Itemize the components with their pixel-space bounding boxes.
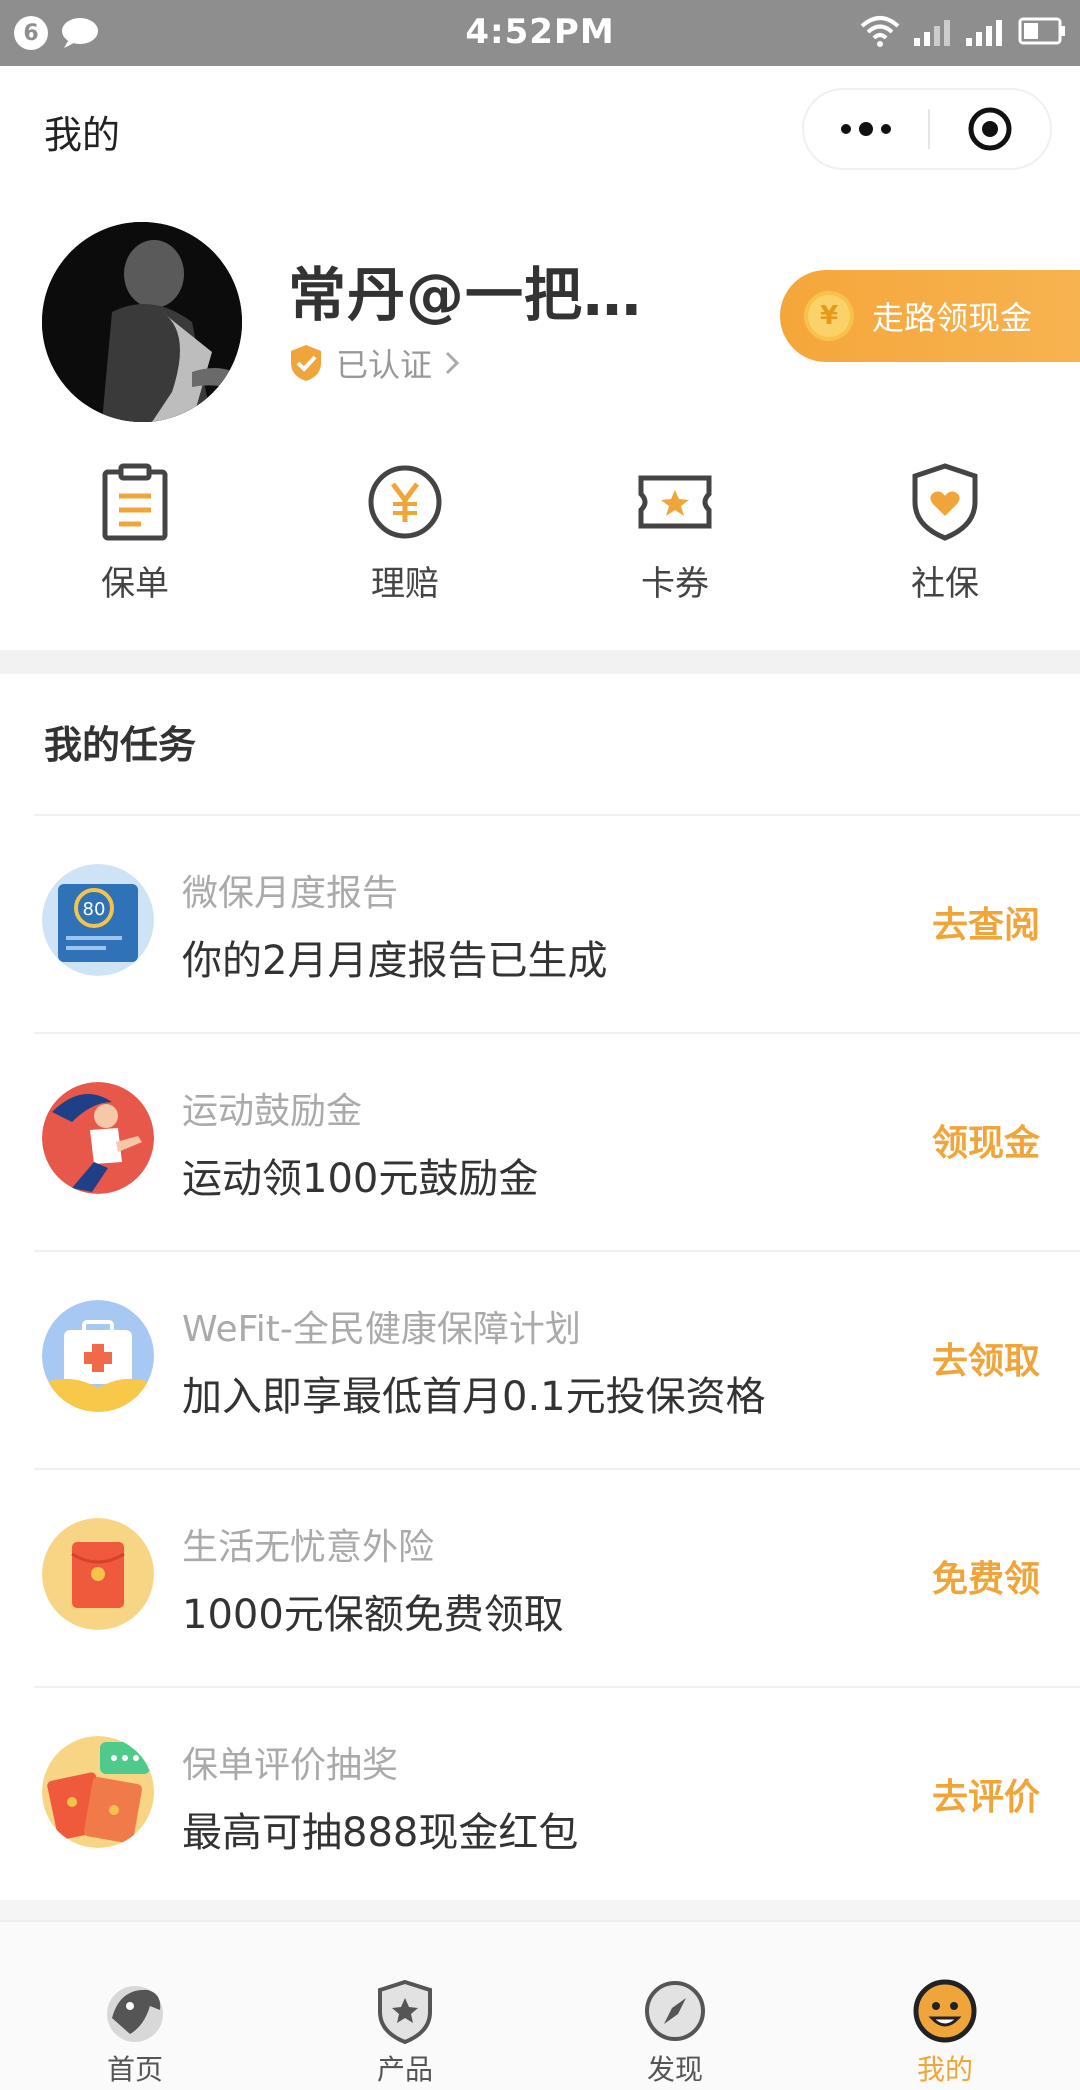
- task-action-button[interactable]: 免费领: [932, 1550, 1040, 1602]
- bottom-tab-bar: 首页 产品 发现 我的: [0, 1920, 1080, 2090]
- task-row-wefit[interactable]: WeFit-全民健康保障计划 加入即享最低首月0.1元投保资格 去领取: [34, 1250, 1080, 1468]
- chevron-right-icon: [445, 351, 460, 375]
- page-title: 我的: [44, 113, 121, 157]
- tab-discover[interactable]: 发现: [540, 1922, 810, 2090]
- chat-envelope-icon: [42, 1736, 154, 1848]
- compass-icon: [645, 1981, 705, 2041]
- shield-star-icon: [378, 1979, 432, 2045]
- more-button[interactable]: [804, 90, 928, 168]
- user-name: 常丹@一把…: [288, 261, 643, 329]
- yuan-coin-icon: ¥: [804, 291, 854, 341]
- report-score: 80: [83, 899, 106, 920]
- task-description: 你的2月月度报告已生成: [182, 938, 608, 984]
- signal-icon-1: [914, 20, 950, 46]
- walk-cash-label: 走路领现金: [872, 299, 1033, 337]
- tab-label: 首页: [106, 2053, 163, 2086]
- clipboard-icon: [102, 463, 168, 541]
- section-divider: [0, 650, 1080, 674]
- avatar[interactable]: [42, 222, 242, 422]
- red-envelope-icon: [42, 1518, 154, 1630]
- task-description: 1000元保额免费领取: [182, 1592, 564, 1638]
- quick-item-label: 保单: [101, 564, 169, 604]
- quick-item-claims[interactable]: 理赔: [270, 462, 540, 632]
- tab-label: 产品: [376, 2053, 433, 2086]
- task-description: 加入即享最低首月0.1元投保资格: [182, 1374, 766, 1420]
- task-row-policy-review[interactable]: 保单评价抽奖 最高可抽888现金红包 去评价: [34, 1686, 1080, 1904]
- tab-label: 我的: [916, 2053, 973, 2086]
- quick-item-social-security[interactable]: 社保: [810, 462, 1080, 632]
- task-subtitle: 生活无忧意外险: [182, 1527, 435, 1568]
- avatar-photo: [42, 222, 242, 422]
- task-subtitle: 微保月度报告: [182, 873, 399, 914]
- section-divider-bottom: [0, 1900, 1080, 1920]
- target-close-icon: [968, 107, 1012, 151]
- wifi-icon: [860, 16, 900, 47]
- task-subtitle: 运动鼓励金: [182, 1091, 363, 1132]
- close-miniprogram-button[interactable]: [930, 90, 1050, 168]
- smiley-icon: [913, 1979, 977, 2043]
- task-row-accident-insurance[interactable]: 生活无忧意外险 1000元保额免费领取 免费领: [34, 1468, 1080, 1686]
- tab-home[interactable]: 首页: [0, 1922, 270, 2090]
- tab-label: 发现: [646, 2053, 703, 2086]
- signal-icon-2: [966, 20, 1002, 46]
- task-subtitle: 保单评价抽奖: [182, 1745, 399, 1786]
- status-bar: 6 4:52PM: [0, 0, 1080, 66]
- task-description: 运动领100元鼓励金: [182, 1156, 539, 1202]
- task-action-button[interactable]: 去查阅: [932, 896, 1040, 948]
- more-dots-icon: [841, 122, 891, 136]
- task-action-button[interactable]: 去领取: [932, 1332, 1040, 1384]
- battery-icon: [1018, 17, 1065, 45]
- quick-actions: 保单 理赔 卡券 社保: [0, 462, 1080, 632]
- runner-icon: [42, 1082, 154, 1194]
- shield-heart-icon: [912, 463, 978, 541]
- status-right: [860, 14, 1066, 48]
- verified-label: 已认证: [336, 346, 433, 384]
- tasks-title: 我的任务: [44, 723, 197, 767]
- mini-program-capsule: [802, 88, 1052, 170]
- task-subtitle: WeFit-全民健康保障计划: [182, 1309, 581, 1350]
- task-action-button[interactable]: 领现金: [932, 1114, 1040, 1166]
- ticket-star-icon: [638, 475, 712, 529]
- verified-link[interactable]: 已认证: [288, 340, 460, 386]
- quick-item-policy[interactable]: 保单: [0, 462, 270, 632]
- quick-item-label: 社保: [911, 564, 979, 604]
- quick-item-label: 理赔: [371, 564, 439, 604]
- quick-item-coupons[interactable]: 卡券: [540, 462, 810, 632]
- walk-cash-button[interactable]: ¥ 走路领现金: [780, 270, 1080, 362]
- yuan-coin-icon: [368, 465, 442, 539]
- task-action-button[interactable]: 去评价: [932, 1768, 1040, 1820]
- task-list: 80 微保月度报告 你的2月月度报告已生成 去查阅 运动鼓励金 运动领100元鼓…: [0, 814, 1080, 1904]
- task-row-monthly-report[interactable]: 80 微保月度报告 你的2月月度报告已生成 去查阅: [34, 814, 1080, 1032]
- title-bar: 我的: [0, 66, 1080, 200]
- verified-shield-icon: [291, 345, 321, 381]
- medical-kit-icon: [42, 1300, 154, 1412]
- report-80-icon: 80: [42, 864, 154, 976]
- tab-mine[interactable]: 我的: [810, 1922, 1080, 2090]
- tab-products[interactable]: 产品: [270, 1922, 540, 2090]
- task-row-sport-bonus[interactable]: 运动鼓励金 运动领100元鼓励金 领现金: [34, 1032, 1080, 1250]
- quick-item-label: 卡券: [641, 564, 709, 604]
- task-description: 最高可抽888现金红包: [182, 1810, 579, 1856]
- home-icon: [107, 1986, 163, 2042]
